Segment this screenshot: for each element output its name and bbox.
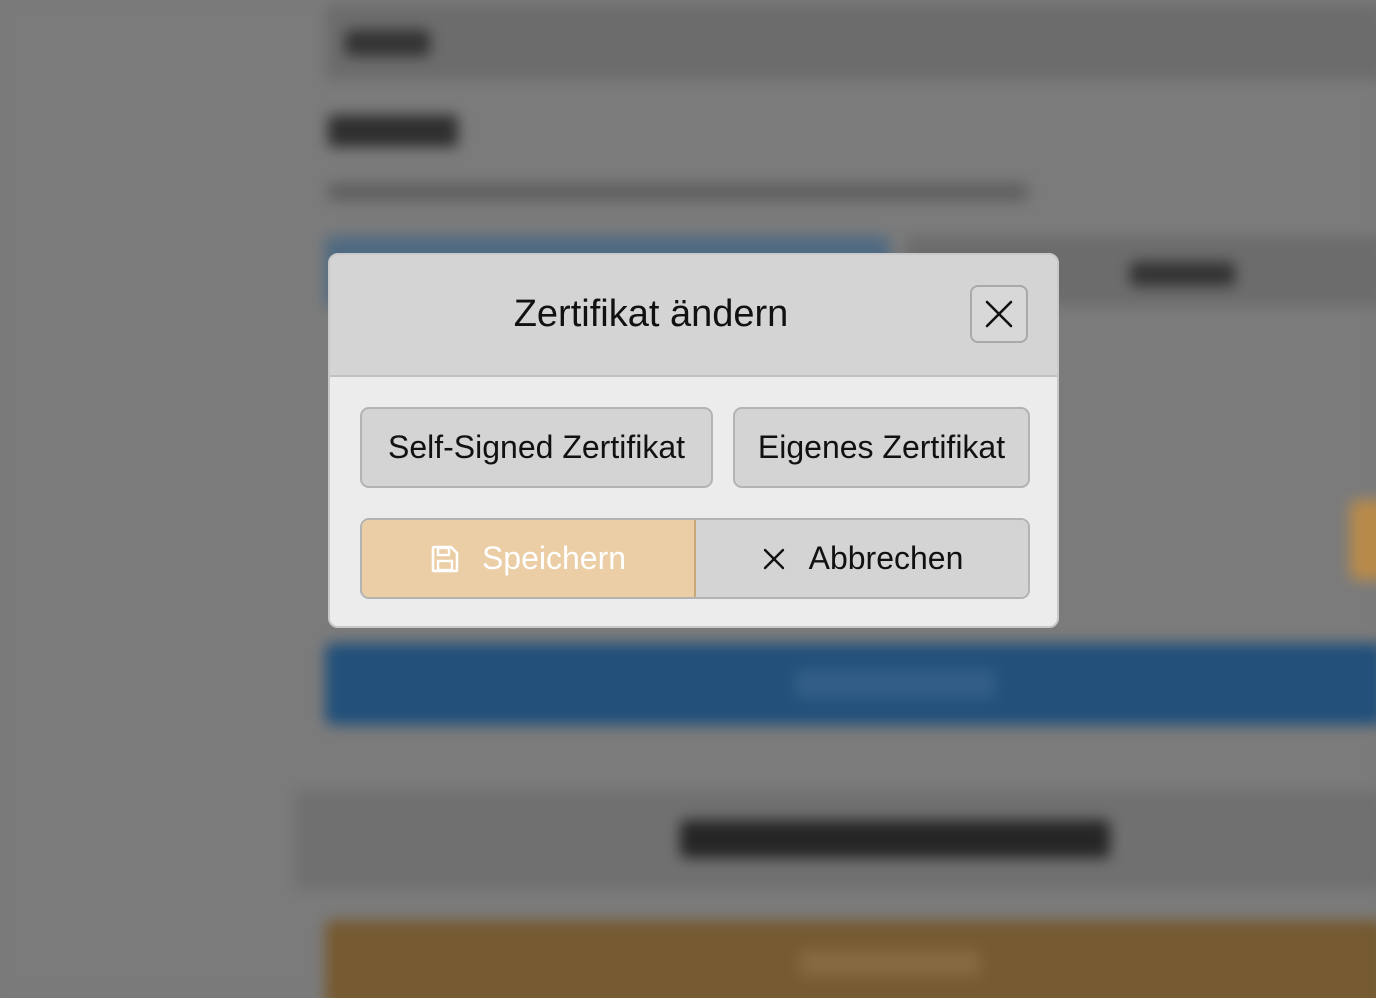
- own-certificate-label: Eigenes Zertifikat: [757, 429, 1006, 465]
- close-icon: [984, 299, 1014, 329]
- cancel-button[interactable]: Abbrechen: [696, 520, 1028, 597]
- bg-input-field: [325, 5, 1376, 80]
- own-certificate-button[interactable]: Eigenes Zertifikat: [733, 407, 1030, 488]
- bg-description: [328, 183, 1028, 201]
- self-signed-certificate-label: Self-Signed Zertifikat: [387, 429, 685, 465]
- bg-blue-button-label: [795, 670, 995, 698]
- bg-tab-label: [1130, 262, 1235, 286]
- x-icon: [761, 546, 787, 572]
- save-button[interactable]: Speichern: [362, 520, 696, 597]
- bg-orange-edge: [1350, 500, 1376, 580]
- bg-input-value: [345, 30, 430, 56]
- bg-section-title: [680, 820, 1110, 858]
- dialog-header: Zertifikat ändern: [330, 255, 1057, 377]
- cancel-label: Abbrechen: [808, 540, 964, 576]
- dialog-title: Zertifikat ändern: [513, 293, 789, 335]
- save-label: Speichern: [481, 540, 627, 576]
- bg-orange-button-label: [800, 950, 980, 976]
- self-signed-certificate-button[interactable]: Self-Signed Zertifikat: [360, 407, 713, 488]
- close-button[interactable]: [970, 285, 1028, 343]
- change-certificate-dialog: Zertifikat ändern Self-Signed Zertifikat…: [328, 253, 1059, 628]
- dialog-action-buttons: Speichern Abbrechen: [360, 518, 1030, 599]
- bg-heading: [328, 115, 458, 147]
- floppy-disk-icon: [430, 544, 460, 574]
